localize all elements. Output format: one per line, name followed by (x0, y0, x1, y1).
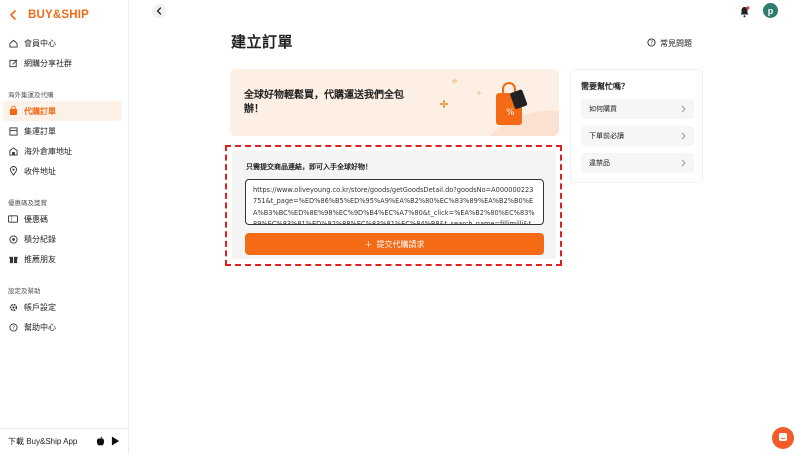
edit-square-icon (8, 58, 18, 68)
help-item-label: 如何購買 (589, 106, 617, 113)
submit-link-panel: 只需提交商品連結，即可入手全球好物！ https://www.oliveyoun… (232, 151, 556, 259)
box-icon (8, 126, 18, 136)
chevron-right-icon (681, 105, 686, 115)
sidebar-item-label: 優惠碼 (24, 214, 48, 224)
sidebar-item-label: 幫助中心 (24, 322, 56, 332)
help-item-read-before-order[interactable]: 下單前必讀 (581, 126, 694, 146)
sidebar-item-account-settings[interactable]: 帳戶設定 (3, 297, 122, 317)
chat-icon (778, 429, 788, 447)
help-title: 需要幫忙嗎？ (581, 82, 629, 91)
chevron-left-icon[interactable] (6, 8, 20, 22)
help-item-prohibited-items[interactable]: 違禁品 (581, 153, 694, 173)
brand-logo[interactable]: BUY&SHIP (28, 9, 89, 21)
sidebar-item-member-center[interactable]: 會員中心 (3, 33, 122, 53)
shopping-bag-icon (8, 106, 18, 116)
brand-bar: BUY&SHIP (0, 0, 128, 30)
sidebar-item-purchase-orders[interactable]: 代購訂單 (3, 101, 122, 121)
chevron-right-icon (681, 132, 686, 142)
submit-label: 提交代購請求 (376, 239, 425, 249)
sidebar-item-coupons[interactable]: 優惠碼 (3, 209, 122, 229)
banner-text: 全球好物輕鬆買，代購運送我們全包辦！ (244, 90, 404, 115)
product-url-input[interactable]: https://www.oliveyoung.co.kr/store/goods… (245, 179, 544, 225)
page-title: 建立訂單 (231, 34, 294, 51)
shopping-bag-illustration-icon: % (440, 78, 559, 136)
chat-support-button[interactable] (772, 427, 794, 449)
sidebar-item-label: 網購分享社群 (24, 58, 72, 68)
faq-link[interactable]: ? 常見問題 (647, 38, 692, 49)
home-icon (8, 38, 18, 48)
sidebar-footer: 下載 Buy&Ship App (0, 428, 129, 454)
sidebar: BUY&SHIP 會員中心 網購分享社群 海外集運及代購 代購訂單 集運訂單 海… (0, 0, 129, 454)
submit-purchase-request-button[interactable]: ＋ 提交代購請求 (245, 233, 544, 255)
sidebar-item-label: 代購訂單 (24, 106, 56, 116)
sidebar-item-label: 收件地址 (24, 166, 56, 176)
sidebar-item-help-center[interactable]: ? 幫助中心 (3, 317, 122, 337)
svg-text:?: ? (650, 41, 653, 47)
help-item-label: 下單前必讀 (589, 133, 624, 140)
chevron-right-icon (681, 159, 686, 169)
help-item-label: 違禁品 (589, 160, 610, 167)
sidebar-item-label: 會員中心 (24, 38, 56, 48)
sidebar-item-label: 集運訂單 (24, 126, 56, 136)
download-app-label: 下載 Buy&Ship App (8, 437, 78, 446)
sidebar-item-points[interactable]: 積分紀錄 (3, 229, 122, 249)
section-label-shipping: 海外集運及代購 (8, 92, 54, 99)
apple-icon[interactable] (96, 436, 105, 448)
gift-icon (8, 254, 18, 264)
gear-icon (8, 302, 18, 312)
sidebar-item-warehouse-address[interactable]: 海外倉庫地址 (3, 141, 122, 161)
plus-icon: ＋ (364, 239, 373, 249)
chevron-left-icon (156, 2, 162, 20)
sidebar-item-label: 推薦朋友 (24, 254, 56, 264)
sidebar-item-shipping-address[interactable]: 收件地址 (3, 161, 122, 181)
help-item-how-to-buy[interactable]: 如何購買 (581, 99, 694, 119)
google-play-icon[interactable] (111, 436, 120, 448)
help-circle-icon: ? (647, 38, 656, 49)
promo-banner: 全球好物輕鬆買，代購運送我們全包辦！ % (230, 69, 559, 136)
svg-text:%: % (506, 108, 515, 118)
section-label-rewards: 優惠碼及獎賞 (8, 200, 47, 207)
warehouse-icon (8, 146, 18, 156)
help-panel: 需要幫忙嗎？ 如何購買 下單前必讀 違禁品 (570, 69, 703, 183)
sidebar-item-label: 海外倉庫地址 (24, 146, 72, 156)
sidebar-item-label: 積分紀錄 (24, 234, 56, 244)
sidebar-item-referral[interactable]: 推薦朋友 (3, 249, 122, 269)
notification-bell-icon[interactable] (739, 5, 750, 18)
avatar[interactable]: p (763, 3, 778, 18)
sidebar-item-label: 帳戶設定 (24, 302, 56, 312)
help-circle-icon: ? (8, 322, 18, 332)
panel-label: 只需提交商品連結，即可入手全球好物！ (246, 164, 372, 171)
ticket-icon (8, 214, 18, 224)
sidebar-item-community[interactable]: 網購分享社群 (3, 53, 122, 73)
coin-icon (8, 234, 18, 244)
sidebar-item-shipping-orders[interactable]: 集運訂單 (3, 121, 122, 141)
svg-text:?: ? (12, 325, 15, 331)
section-label-settings: 設定及幫助 (8, 288, 41, 295)
location-pin-icon (8, 166, 18, 176)
faq-label: 常見問題 (660, 39, 692, 48)
back-button[interactable] (152, 4, 166, 18)
